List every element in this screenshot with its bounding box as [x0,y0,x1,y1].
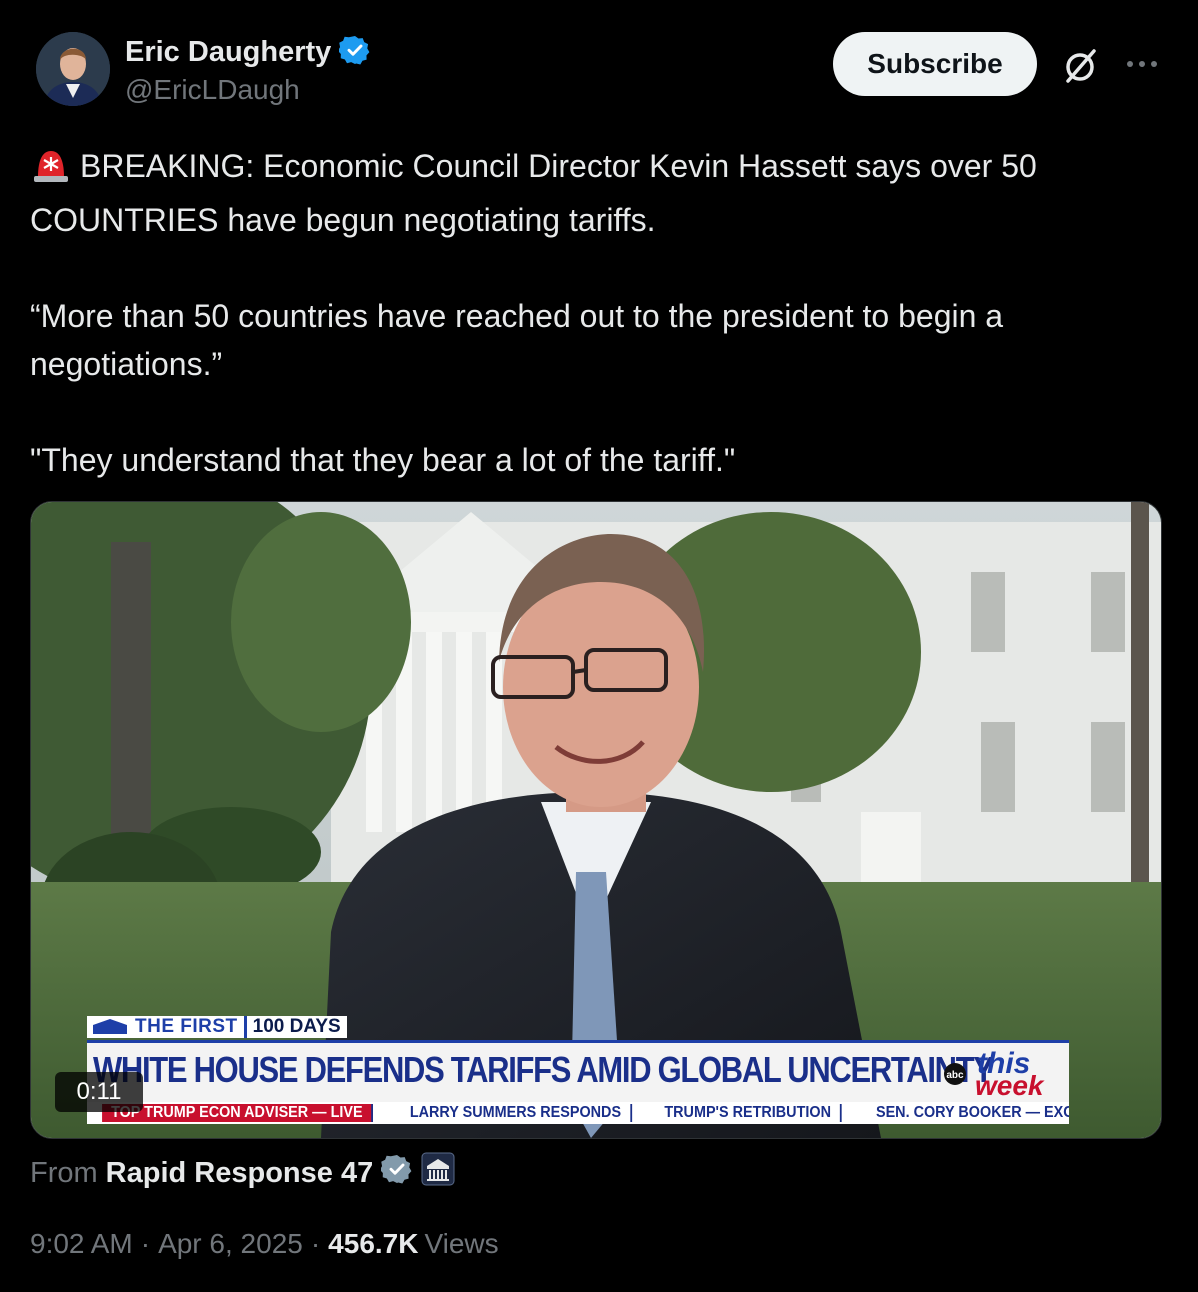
white-house-icon [93,1019,127,1034]
abc-logo-text: abc [946,1070,964,1081]
more-icon[interactable] [1124,48,1160,80]
views-label: Views [424,1228,499,1259]
ticker-item: TRUMP'S RETRIBUTION [656,1104,842,1122]
ticker-item: LARRY SUMMERS RESPONDS [401,1104,633,1122]
tag-first: THE FIRST [87,1016,244,1038]
separator-dot: · [310,1228,321,1259]
tweet-text: BREAKING: Economic Council Director Kevi… [30,142,1150,484]
news-ticker: TOP TRUMP ECON ADVISER — LIVE LARRY SUMM… [87,1102,1069,1124]
ticker-item: SEN. CORY BOOKER — EXCLUSIVE [867,1104,1069,1122]
news-headline: WHITE HOUSE DEFENDS TARIFFS AMID GLOBAL … [93,1049,994,1090]
tweet-date[interactable]: Apr 6, 2025 [158,1228,303,1260]
government-affiliation-icon [421,1152,455,1194]
tweet-meta: 9:02 AM · Apr 6, 2025 · 456.7K Views [30,1228,499,1260]
lower-third-tag: THE FIRST 100 DAYS [87,1016,347,1038]
subscribe-button[interactable]: Subscribe [833,32,1037,96]
author-handle[interactable]: @EricLDaugh [125,74,300,106]
siren-icon [30,147,72,196]
video-player[interactable]: THE FIRST 100 DAYS WHITE HOUSE DEFENDS T… [30,501,1162,1139]
tweet-header: Eric Daugherty @EricLDaugh Subscribe [0,0,1198,130]
tag-days: 100 DAYS [243,1016,347,1038]
source-name[interactable]: Rapid Response 47 [106,1157,374,1190]
tweet-paragraph-2: “More than 50 countries have reached out… [30,298,1004,382]
tweet-time[interactable]: 9:02 AM [30,1228,133,1260]
tweet-paragraph-3: "They understand that they bear a lot of… [30,442,736,478]
source-attribution: From Rapid Response 47 [30,1152,455,1194]
grok-icon[interactable] [1060,46,1100,86]
tweet-line-1: BREAKING: Economic Council Director Kevi… [30,148,1037,238]
logo-week: week [975,1070,1045,1099]
video-duration-badge: 0:11 [55,1072,143,1112]
views-count[interactable]: 456.7K [328,1228,418,1260]
tag-first-label: THE FIRST [135,1016,238,1037]
author-name-row: Eric Daugherty [125,34,371,71]
verified-badge-icon [338,34,371,71]
from-label: From [30,1156,98,1189]
separator-dot: · [140,1228,151,1259]
verified-gray-badge-icon [380,1153,413,1193]
avatar[interactable] [36,32,110,106]
lower-third-main: WHITE HOUSE DEFENDS TARIFFS AMID GLOBAL … [87,1040,1069,1103]
this-week-logo: abc this week [941,1047,1061,1101]
tweet-paragraph-1: BREAKING: Economic Council Director Kevi… [30,142,1150,244]
author-name[interactable]: Eric Daugherty [125,36,331,69]
